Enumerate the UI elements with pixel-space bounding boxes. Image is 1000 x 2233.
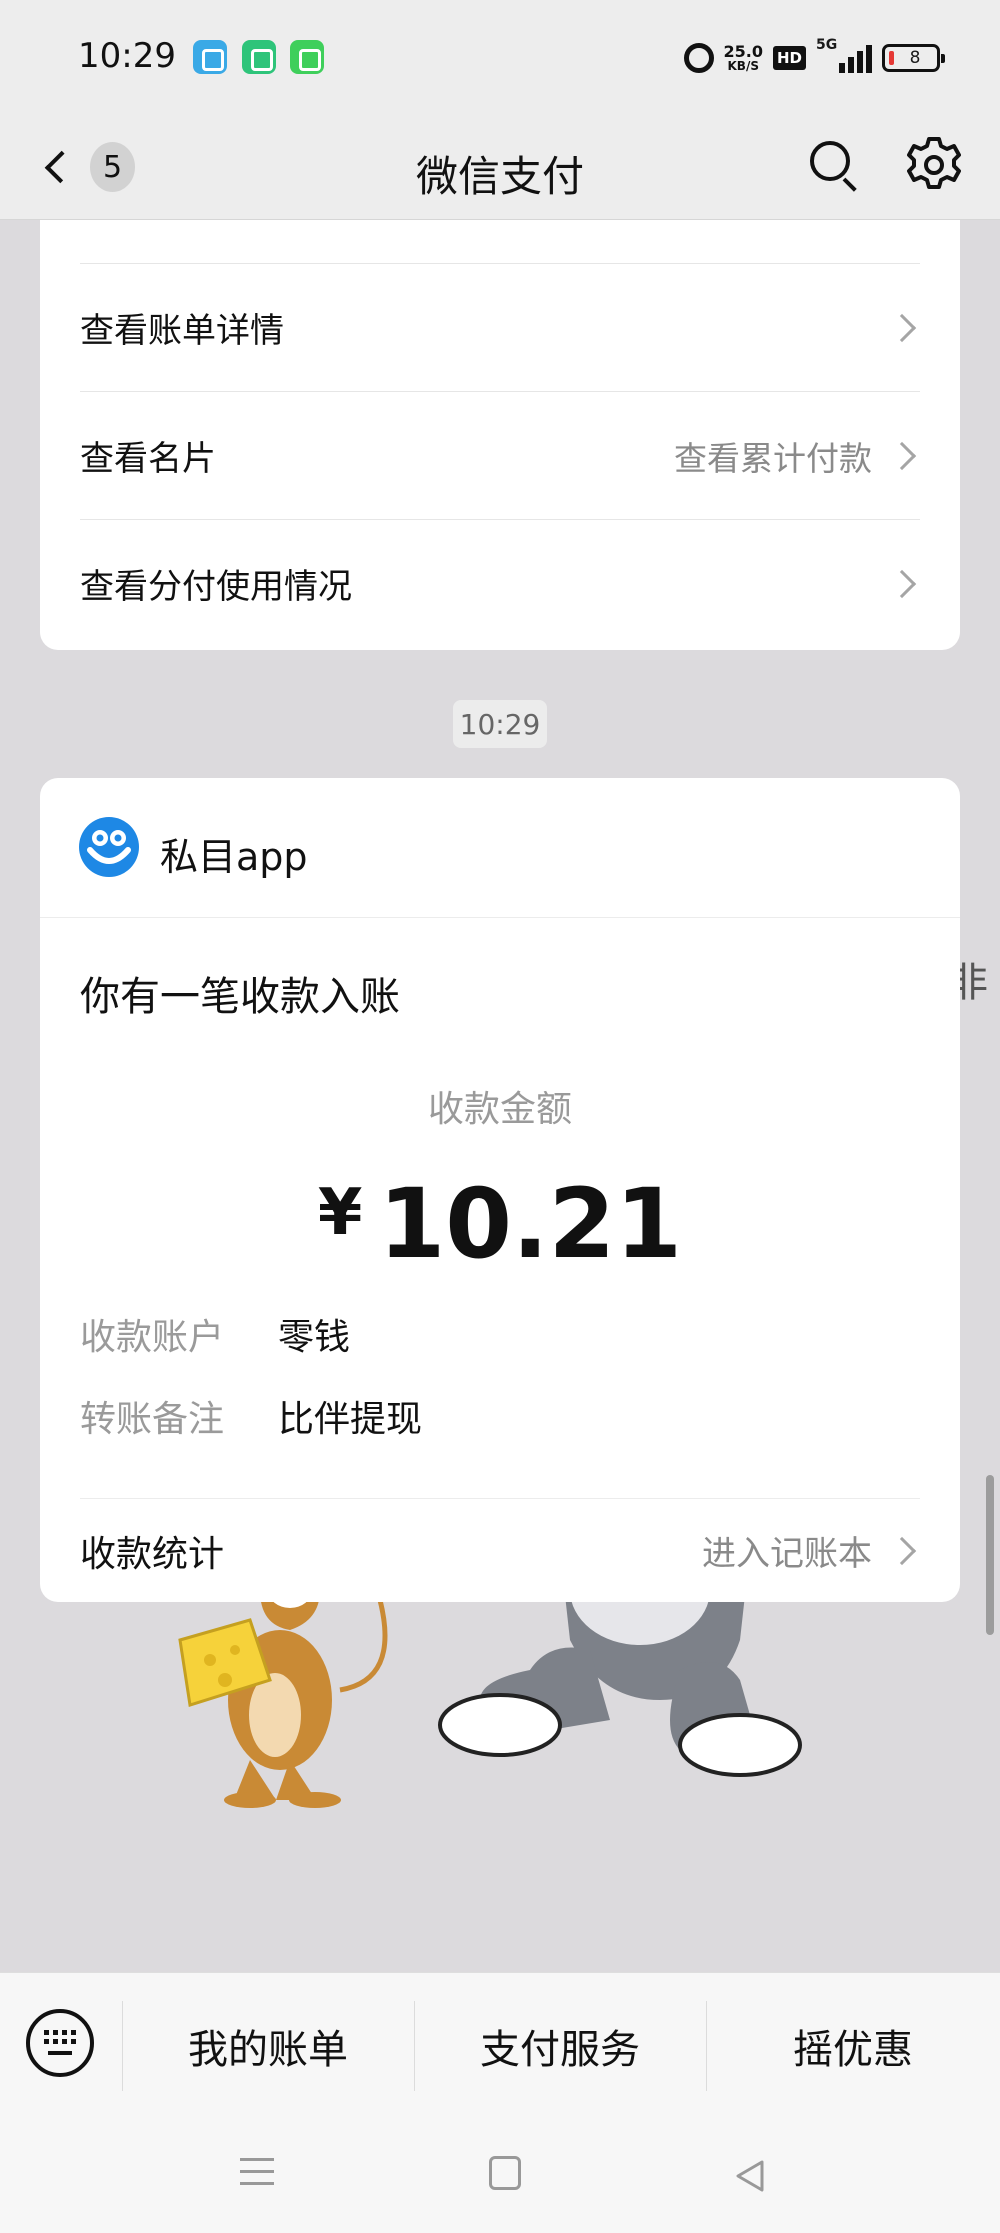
- network-speed: 25.0 KB/S: [724, 43, 763, 73]
- menu-shake-deals[interactable]: 摇优惠: [706, 1993, 1000, 2099]
- search-icon: [810, 141, 850, 181]
- payment-statistics-label: 收款统计: [80, 1533, 225, 1575]
- receiving-account-value: 零钱: [278, 1317, 351, 1358]
- payment-title: 你有一笔收款入账: [80, 974, 400, 1020]
- recent-apps-icon[interactable]: [240, 2158, 274, 2192]
- transfer-note-row: 转账备注 比伴提现: [80, 1390, 422, 1442]
- signal-5g-label: 5G: [816, 37, 838, 53]
- keyboard-toggle-button[interactable]: [26, 2009, 94, 2077]
- view-total-payments-hint: 查看累计付款: [674, 438, 872, 478]
- battery-level: 8: [909, 48, 921, 68]
- hd-badge: HD: [772, 46, 806, 70]
- payment-actions-card: 查看账单详情 查看名片 查看累计付款 查看分付使用情况: [40, 220, 960, 650]
- cartoon-mouse: [178, 1567, 411, 1808]
- system-navigation-bar: [0, 2118, 1000, 2233]
- payment-card-header: 私目app: [40, 778, 960, 918]
- receiving-account-key: 收款账户: [80, 1317, 225, 1358]
- bird-app-icon: [193, 40, 227, 74]
- settings-button[interactable]: [902, 133, 966, 197]
- payment-received-card[interactable]: 私目app 你有一笔收款入账 收款金额 ¥10.21 收款账户 零钱 转账备注 …: [40, 778, 960, 1602]
- messages-icon: [290, 40, 324, 74]
- battery-icon: 8: [882, 44, 945, 72]
- scrollbar[interactable]: [986, 1475, 994, 1635]
- app-name: 私目app: [160, 835, 308, 879]
- search-button[interactable]: [804, 135, 864, 195]
- view-business-card-label: 查看名片: [80, 439, 216, 479]
- home-icon[interactable]: [489, 2156, 521, 2190]
- chevron-right-icon: [887, 1536, 917, 1565]
- view-business-card-row[interactable]: 查看名片 查看累计付款: [80, 391, 920, 519]
- status-bar: 10:29 25.0 KB/S HD 5G 8: [0, 0, 1000, 115]
- transfer-note-key: 转账备注: [80, 1399, 225, 1440]
- app-logo-icon: [79, 817, 139, 877]
- network-speed-value: 25.0: [723, 42, 763, 61]
- open-ledger-hint: 进入记账本: [702, 1534, 872, 1574]
- menu-my-bills[interactable]: 我的账单: [122, 1993, 414, 2099]
- menu-payment-services[interactable]: 支付服务: [414, 1993, 706, 2099]
- receiving-account-row: 收款账户 零钱: [80, 1308, 350, 1360]
- status-time: 10:29: [78, 36, 176, 76]
- status-indicators: 25.0 KB/S HD 5G 8: [683, 37, 945, 78]
- chevron-right-icon: [887, 441, 917, 470]
- network-speed-unit: KB/S: [727, 59, 759, 73]
- message-timestamp: 10:29: [453, 700, 547, 748]
- system-back-icon[interactable]: [730, 2156, 770, 2196]
- transfer-note-value: 比伴提现: [278, 1399, 423, 1440]
- view-fenfu-usage-row[interactable]: 查看分付使用情况: [80, 519, 920, 647]
- payment-statistics-row[interactable]: 收款统计 进入记账本: [80, 1498, 920, 1602]
- chevron-right-icon: [887, 313, 917, 342]
- currency-symbol: ¥: [317, 1176, 363, 1250]
- view-bill-details-label: 查看账单详情: [80, 311, 284, 351]
- amount-display: ¥10.21: [40, 1168, 960, 1280]
- battery-saver-icon: [242, 40, 276, 74]
- bottom-menu-bar: 我的账单 支付服务 摇优惠: [0, 1972, 1000, 2118]
- amount-label: 收款金额: [427, 1089, 572, 1130]
- amount-value: 10.21: [378, 1168, 683, 1280]
- view-fenfu-usage-label: 查看分付使用情况: [80, 567, 352, 607]
- nav-bar: 5 微信支付: [0, 115, 1000, 220]
- alarm-icon: [683, 43, 714, 73]
- signal-icon: 5G: [816, 37, 872, 73]
- gear-icon: [907, 137, 961, 189]
- view-bill-details-row[interactable]: 查看账单详情: [80, 263, 920, 391]
- chevron-right-icon: [887, 569, 917, 598]
